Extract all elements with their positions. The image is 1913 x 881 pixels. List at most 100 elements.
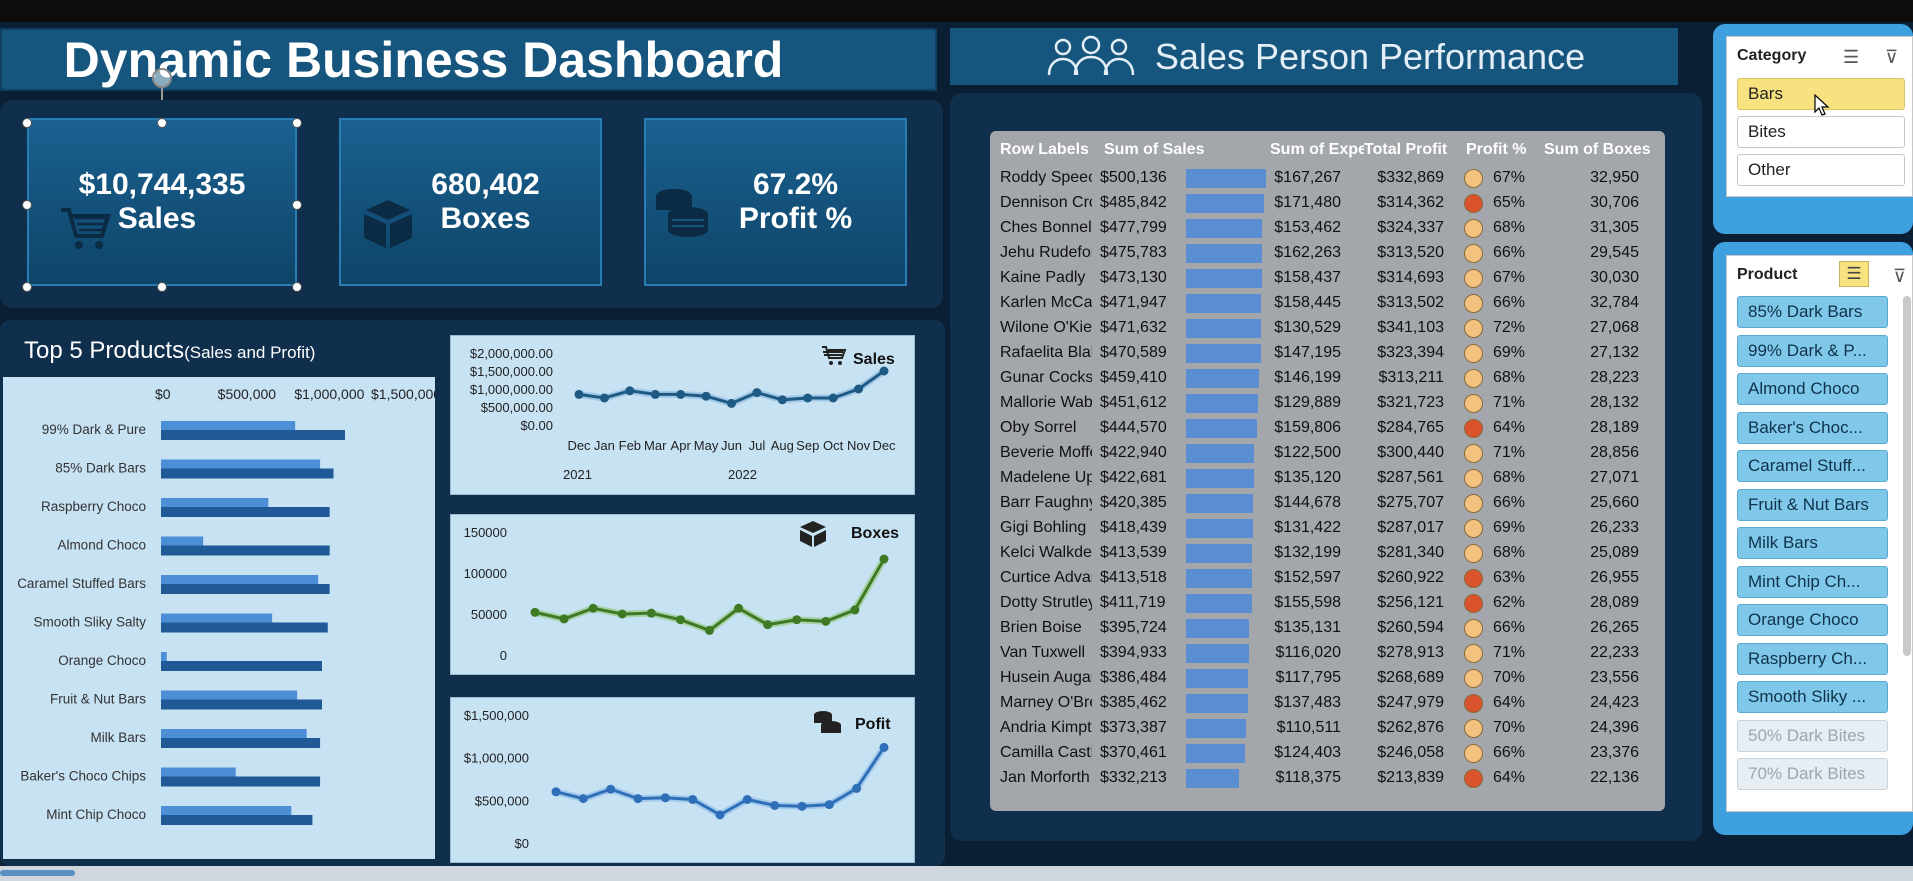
table-row[interactable]: Barr Faughny $420,385 $144,678 $275,707 66% 2… [990, 491, 1665, 516]
rotate-handle-icon[interactable] [152, 68, 172, 88]
clear-filter-icon[interactable]: ⊽ [1893, 266, 1906, 287]
product-slicer-item[interactable]: 50% Dark Bites [1737, 719, 1888, 752]
header-total-profit[interactable]: Total Profit [1364, 141, 1454, 159]
product-slicer-item[interactable]: 70% Dark Bites [1737, 758, 1888, 790]
expense-cell: $135,120 [1274, 469, 1341, 486]
profit-bar [161, 536, 204, 546]
boxes-cell: 22,233 [1590, 644, 1639, 661]
scrollbar-thumb[interactable] [0, 870, 75, 876]
table-row[interactable]: Marney O'Bre $385,462 $137,483 $247,979 64% 2… [990, 691, 1665, 716]
data-point [803, 393, 813, 403]
data-point [727, 398, 736, 408]
sales-bar [161, 815, 313, 825]
header-sum-sales[interactable]: Sum of Sales [1104, 141, 1214, 159]
product-slicer-item[interactable]: Almond Choco [1737, 373, 1888, 405]
expense-cell: $116,020 [1275, 644, 1341, 661]
horizontal-scrollbar[interactable] [0, 866, 1913, 881]
selection-handle[interactable] [292, 118, 302, 128]
product-slicer-item[interactable]: Smooth Sliky ... [1737, 681, 1888, 713]
top5-subtitle: (Sales and Profit) [184, 343, 316, 362]
sales-trend-chart[interactable]: $2,000,000.00 $1,500,000.00 $1,000,000.00 $… [450, 335, 915, 495]
table-row[interactable]: Brien Boise $395,724 $135,131 $260,594 66% 26… [990, 616, 1665, 641]
multi-select-icon[interactable]: ☰ [1839, 261, 1869, 287]
y-tick-label: $0 [515, 836, 529, 851]
boxes-trend-chart[interactable]: 150000 100000 50000 0 Boxes [450, 514, 915, 675]
status-red-icon [1464, 419, 1483, 438]
top5-title: Top 5 Products(Sales and Profit) [24, 337, 315, 365]
row-label: Oby Sorrel [1000, 419, 1077, 436]
table-row[interactable]: Andria Kimptc $373,387 $110,511 $262,876 70%… [990, 716, 1665, 741]
kpi-profit-card[interactable]: 67.2% Profit % [644, 118, 907, 286]
sales-cell: $373,387 [1100, 719, 1167, 736]
product-slicer-item[interactable]: Baker's Choc... [1737, 411, 1888, 444]
table-row[interactable]: Beverie Moffe $422,940 $122,500 $300,440 71%… [990, 441, 1665, 466]
table-row[interactable]: Wilone O'Kiel $471,632 $130,529 $341,103 72%… [990, 316, 1665, 341]
product-slicer-item[interactable]: Raspberry Ch... [1737, 642, 1888, 675]
selection-handle[interactable] [292, 200, 302, 210]
product-slicer-item[interactable]: 85% Dark Bars [1737, 296, 1888, 328]
table-row[interactable]: Kaine Padly $473,130 $158,437 $314,693 67% 30… [990, 266, 1665, 291]
header-sum-boxes[interactable]: Sum of Boxes [1544, 141, 1654, 159]
table-row[interactable]: Madelene Upc$422,681$135,120$287,56168%2… [990, 466, 1665, 491]
kpi-boxes-card[interactable]: 680,402 Boxes [339, 118, 602, 286]
table-row[interactable]: Jan Morforth $332,213 $118,375 $213,839 64% 2… [990, 766, 1665, 791]
table-row[interactable]: Husein Augar $386,484 $117,795 $268,689 70% 2… [990, 666, 1665, 691]
header-row-labels[interactable]: Row Labels [1000, 141, 1095, 159]
product-slicer-item[interactable]: 99% Dark & P... [1737, 334, 1888, 367]
product-slicer-item[interactable]: Milk Bars [1737, 527, 1888, 559]
table-row[interactable]: Karlen McCaf $471,947 $158,445 $313,502 66% 3… [990, 291, 1665, 316]
product-slicer-item[interactable]: Fruit & Nut Bars [1737, 488, 1888, 521]
category-slicer-item[interactable]: Other [1737, 154, 1905, 186]
slicer-scrollbar[interactable] [1903, 296, 1911, 656]
table-row[interactable]: Gunar Cocksh$459,410$146,199$313,21168%2… [990, 366, 1665, 391]
table-row[interactable]: Kelci Walkder $413,539 $132,199 $281,340 68%… [990, 541, 1665, 566]
multi-select-icon[interactable]: ☰ [1843, 47, 1859, 68]
status-red-icon [1464, 694, 1483, 713]
data-point [879, 742, 889, 752]
table-row[interactable]: Rafaelita Blak $470,589 $147,195 $323,394 69… [990, 341, 1665, 366]
table-row[interactable]: Dennison Cro $485,842 $171,480 $314,362 65% 3… [990, 191, 1665, 216]
y-tick-label: $1,500,000.00 [470, 364, 553, 379]
table-row[interactable]: Oby Sorrel $444,570 $159,806 $284,765 64% 28,… [990, 416, 1665, 441]
table-row[interactable]: Curtice Advar $413,518 $152,597 $260,922 63%… [990, 566, 1665, 591]
status-amber-icon [1464, 344, 1483, 363]
selection-handle[interactable] [157, 282, 167, 292]
category-slicer-item[interactable]: Bites [1737, 116, 1905, 148]
table-row[interactable]: Camilla Castl $370,461 $124,403 $246,058 66%… [990, 741, 1665, 766]
clear-filter-icon[interactable]: ⊽ [1885, 47, 1898, 68]
kpi-sales-card[interactable]: $10,744,335 Sales [27, 118, 297, 286]
product-slicer-item[interactable]: Mint Chip Ch... [1737, 565, 1888, 598]
selection-handle[interactable] [22, 200, 32, 210]
header-profit-pct[interactable]: Profit % [1466, 141, 1536, 159]
product-slicer-item[interactable]: Caramel Stuff... [1737, 450, 1888, 482]
category-slicer-title: Category [1737, 47, 1807, 64]
selection-handle[interactable] [157, 118, 167, 128]
x-tick-label: $0 [155, 386, 171, 402]
header-sum-expenses[interactable]: Sum of Expe [1270, 141, 1364, 159]
row-label: Kelci Walkder [1000, 544, 1092, 561]
table-row[interactable]: Dotty Strutley $411,719 $155,598 $256,121 62… [990, 591, 1665, 616]
status-red-icon [1464, 769, 1483, 788]
selection-handle[interactable] [292, 282, 302, 292]
boxes-cell: 28,223 [1590, 369, 1639, 386]
table-row[interactable]: Ches Bonnell $477,799 $153,462 $324,337 68% 3… [990, 216, 1665, 241]
sales-cell: $422,940 [1100, 444, 1167, 461]
cart-icon [822, 346, 847, 359]
table-row[interactable]: Mallorie Wab $451,612 $129,889 $321,723 71% 2… [990, 391, 1665, 416]
x-tick-label: Mar [644, 438, 667, 453]
table-row[interactable]: Gigi Bohling $418,439 $131,422 $287,017 69% 2… [990, 516, 1665, 541]
selection-handle[interactable] [22, 282, 32, 292]
table-row[interactable]: Roddy Speech$500,136$167,267$332,86967%3… [990, 166, 1665, 191]
sales-data-bar [1186, 394, 1259, 413]
data-point [676, 389, 686, 399]
profit-trend-chart[interactable]: $1,500,000 $1,000,000 $500,000 $0 Pofit [450, 697, 915, 863]
status-amber-icon [1464, 294, 1483, 313]
sales-bar [161, 584, 330, 594]
selection-handle[interactable] [22, 118, 32, 128]
data-point [551, 787, 561, 797]
top5-chart[interactable]: $0 $500,000 $1,000,000 $1,500,000 99% Dark &… [3, 377, 441, 859]
table-row[interactable]: Van Tuxwell $394,933 $116,020 $278,913 71% 22… [990, 641, 1665, 666]
sales-data-bar [1186, 519, 1253, 538]
table-row[interactable]: Jehu Rudefort $475,783 $162,263 $313,520 66%… [990, 241, 1665, 266]
product-slicer-item[interactable]: Orange Choco [1737, 604, 1888, 636]
